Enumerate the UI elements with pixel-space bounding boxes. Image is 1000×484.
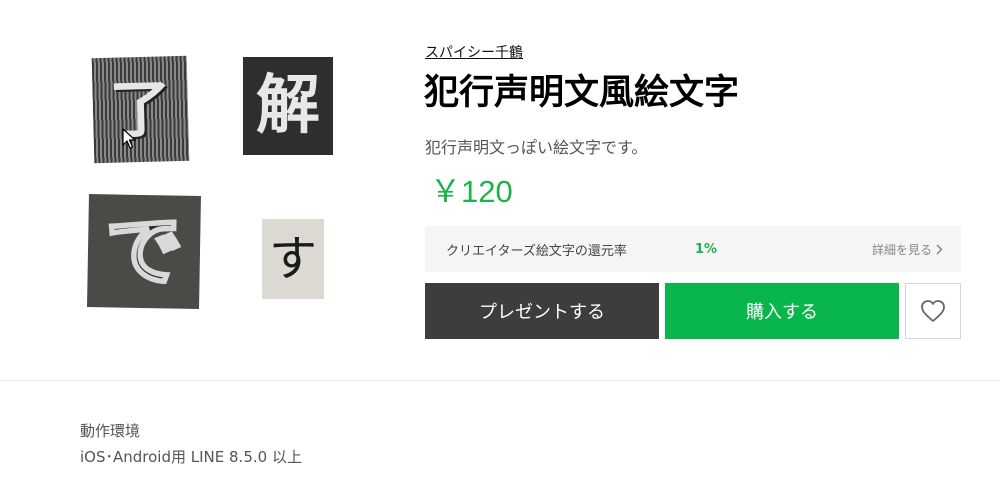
buy-button[interactable]: 購入する [665,283,899,339]
product-description: 犯行声明文っぽい絵文字です。 [425,138,648,157]
chevron-right-icon [936,243,943,255]
emoji-tile[interactable]: で [87,194,201,309]
return-rate-box: クリエイターズ絵文字の還元率 1% 詳細を見る [425,226,961,272]
details-link-label: 詳細を見る [871,242,932,257]
emoji-tile[interactable]: 了 [91,55,190,164]
return-rate-label: クリエイターズ絵文字の還元率 [446,243,627,259]
buy-button-label: 購入する [746,302,818,323]
details-link[interactable]: 詳細を見る [872,241,943,258]
environment-value: iOS･Android用 LINE 8.5.0 以上 [80,448,302,466]
gift-button[interactable]: プレゼントする [425,283,659,339]
emoji-tile[interactable]: 解 [243,57,333,155]
author-link[interactable]: スパイシー千鶴 [425,42,523,62]
heart-icon [921,300,945,322]
emoji-glyph: す [268,231,317,287]
emoji-tile[interactable]: す [262,219,324,299]
gift-button-label: プレゼントする [479,302,605,323]
favorite-button[interactable] [905,283,961,339]
emoji-glyph: で [103,204,186,298]
mouse-cursor-icon [122,128,136,149]
product-title: 犯行声明文風絵文字 [424,73,740,113]
emoji-glyph: 了 [108,71,173,147]
emoji-preview: 了 解 で す [80,45,350,315]
emoji-glyph: 解 [256,69,320,143]
section-divider [0,380,1000,381]
environment-heading: 動作環境 [80,422,141,440]
product-price: ￥120 [430,174,513,209]
return-rate-value: 1% [695,241,718,257]
